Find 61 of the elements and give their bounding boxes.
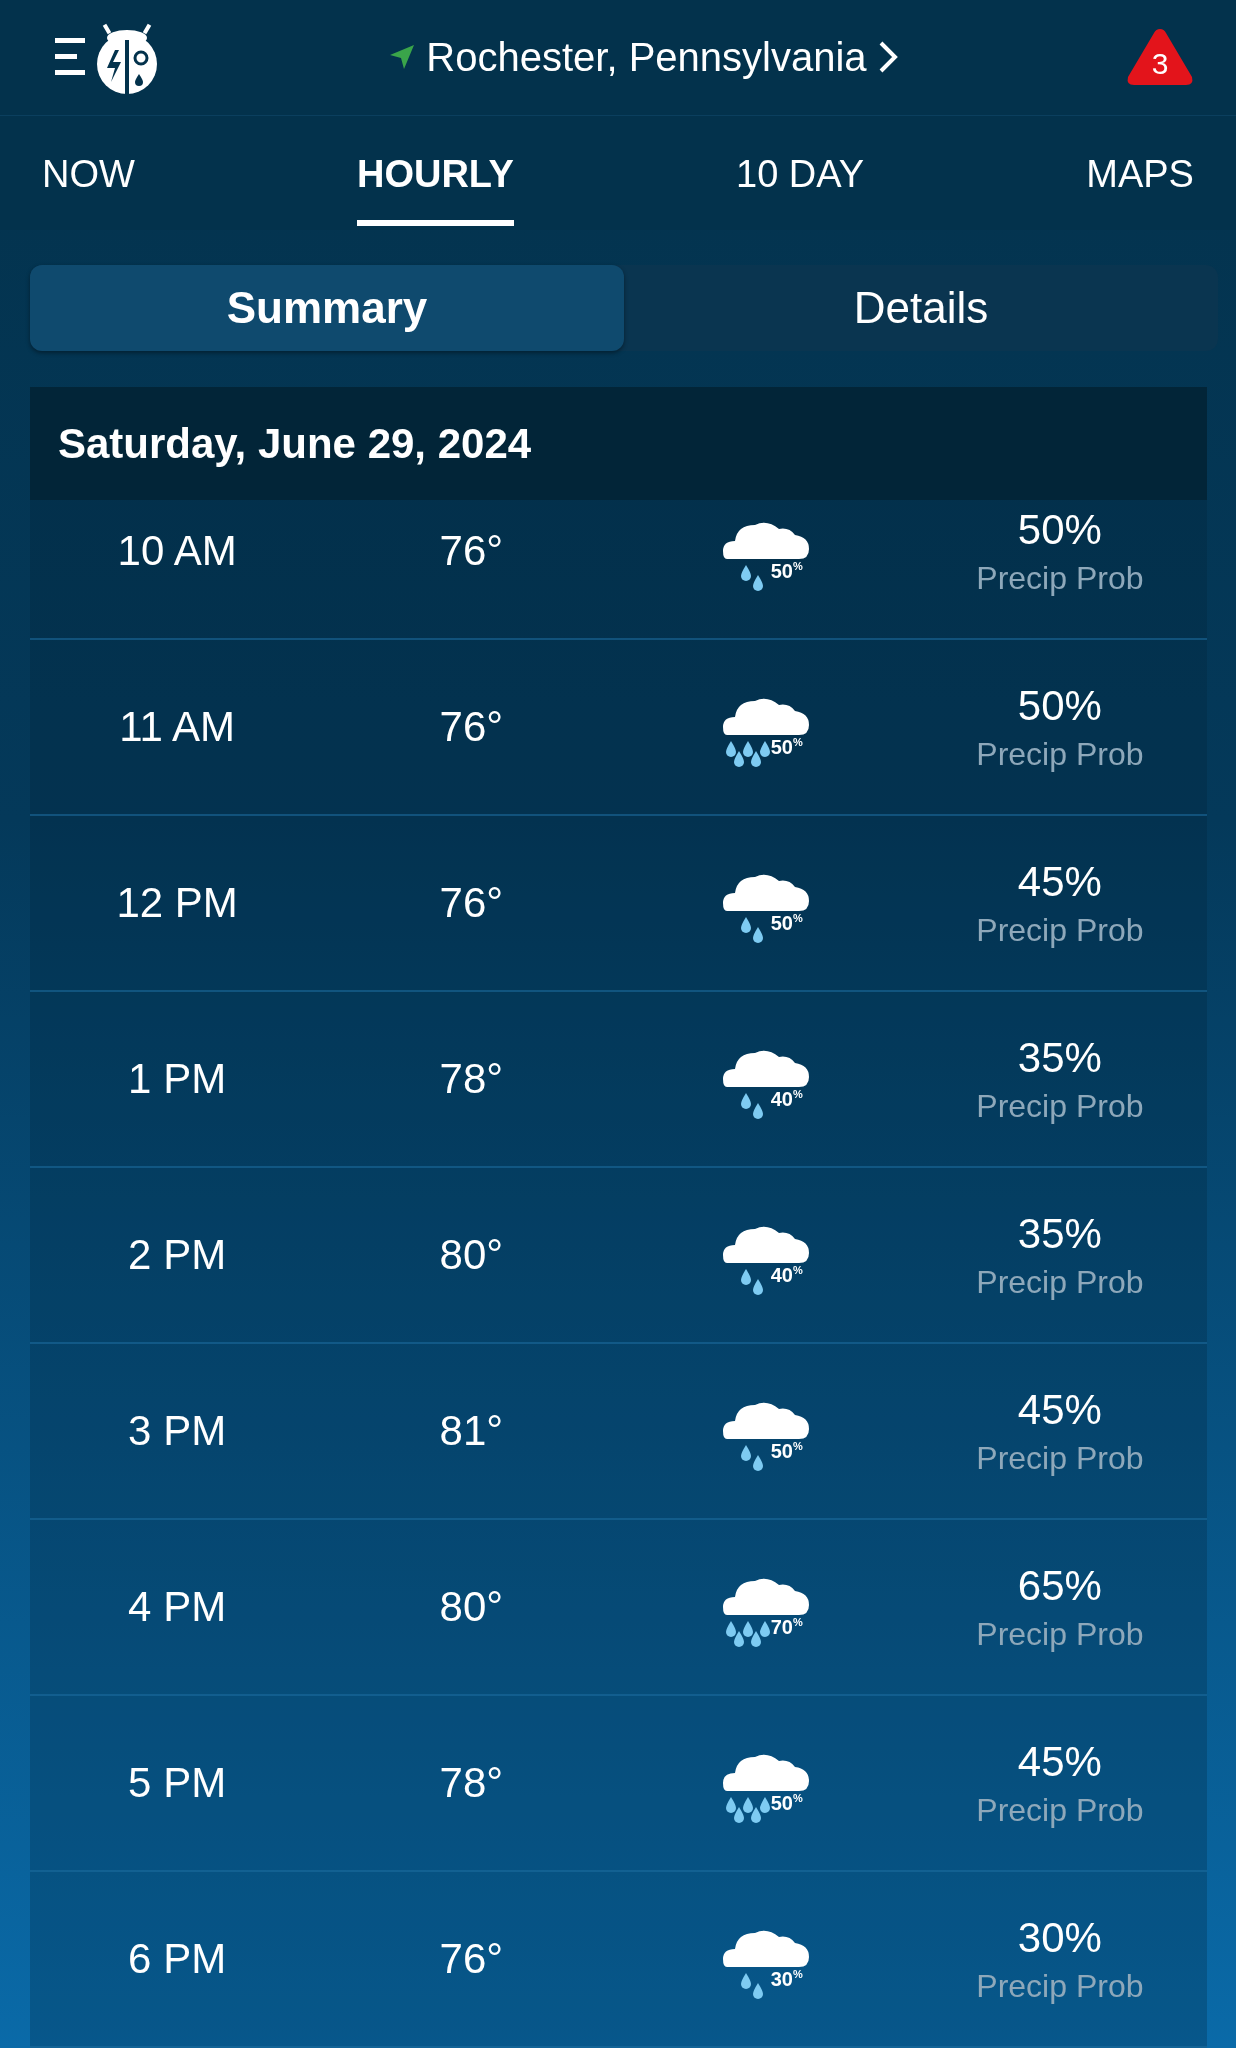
hourly-row[interactable]: 3 PM 81° 50$^{%}$ 45% Precip Prob [30,1344,1207,1520]
precip-label: Precip Prob [976,1087,1144,1125]
hour-label: 10 AM [116,527,238,575]
hour-label: 12 PM [115,879,239,927]
precip-label: Precip Prob [976,735,1144,773]
nav-tab[interactable]: NOW [42,115,135,226]
segment-button[interactable]: Details [624,265,1218,351]
segment-button[interactable]: Summary [30,265,624,351]
icon-precip-label: 50$^{%}$ [770,912,803,935]
icon-precip-label: 50$^{%}$ [770,736,803,759]
precip-label: Precip Prob [976,1263,1144,1301]
precip-value: 35% [1017,1033,1102,1082]
precip-label: Precip Prob [976,1967,1144,2005]
icon-precip-label: 50$^{%}$ [770,560,803,583]
hour-label: 11 AM [118,703,237,751]
temperature: 80° [438,1231,505,1279]
icon-precip-label: 50$^{%}$ [770,1440,803,1463]
temperature: 76° [438,703,505,751]
hourly-row[interactable]: 4 PM 80° 70$^{%}$ 65% Precip Prob [30,1520,1207,1696]
temperature: 80° [438,1583,505,1631]
precip-label: Precip Prob [976,1615,1144,1653]
hour-label: 6 PM [127,1935,228,1983]
temperature: 76° [438,879,505,927]
icon-precip-label: 70$^{%}$ [770,1616,803,1639]
hour-label: 3 PM [127,1407,228,1455]
temperature: 76° [438,527,505,575]
hourly-row[interactable]: 6 PM 76° 30$^{%}$ 30% Precip Prob [30,1872,1207,2048]
icon-precip-label: 40$^{%}$ [770,1264,803,1287]
nav-tab[interactable]: HOURLY [356,115,514,226]
nav-tab[interactable]: MAPS [1086,115,1194,226]
precip-value: 50% [1017,505,1102,554]
hour-label: 4 PM [127,1583,228,1631]
hourly-row[interactable]: 2 PM 80° 40$^{%}$ 35% Precip Prob [30,1168,1207,1344]
precip-value: 45% [1017,857,1102,906]
icon-precip-label: 30$^{%}$ [770,1968,803,1991]
precip-label: Precip Prob [976,1439,1144,1477]
precip-value: 65% [1017,1561,1102,1610]
icon-precip-label: 40$^{%}$ [770,1088,803,1111]
temperature: 78° [438,1759,505,1807]
precip-value: 45% [1017,1737,1102,1786]
temperature: 78° [438,1055,505,1103]
temperature: 81° [438,1407,505,1455]
hourly-row[interactable]: 1 PM 78° 40$^{%}$ 35% Precip Prob [30,992,1207,1168]
nav-tab[interactable]: 10 DAY [736,115,865,226]
day-header: Saturday, June 29, 2024 [30,387,1207,500]
hourly-row[interactable]: 11 AM 76° 50$^{%}$ 50% Precip Prob [30,640,1207,816]
hourly-row[interactable]: 10 AM 76° 50$^{%}$ 50% Precip Prob [30,500,1207,640]
precip-label: Precip Prob [976,559,1144,597]
precip-value: 35% [1017,1209,1102,1258]
hourly-row[interactable]: 5 PM 78° 50$^{%}$ 45% Precip Prob [30,1696,1207,1872]
precip-value: 50% [1017,681,1102,730]
precip-label: Precip Prob [976,1791,1144,1829]
hour-label: 5 PM [127,1759,228,1807]
hour-label: 1 PM [127,1055,228,1103]
hourly-row[interactable]: 12 PM 76° 50$^{%}$ 45% Precip Prob [30,816,1207,992]
hour-label: 2 PM [127,1231,228,1279]
icon-precip-label: 50$^{%}$ [770,1792,803,1815]
precip-value: 45% [1017,1385,1102,1434]
precip-label: Precip Prob [976,911,1144,949]
temperature: 76° [438,1935,505,1983]
precip-value: 30% [1017,1913,1102,1962]
